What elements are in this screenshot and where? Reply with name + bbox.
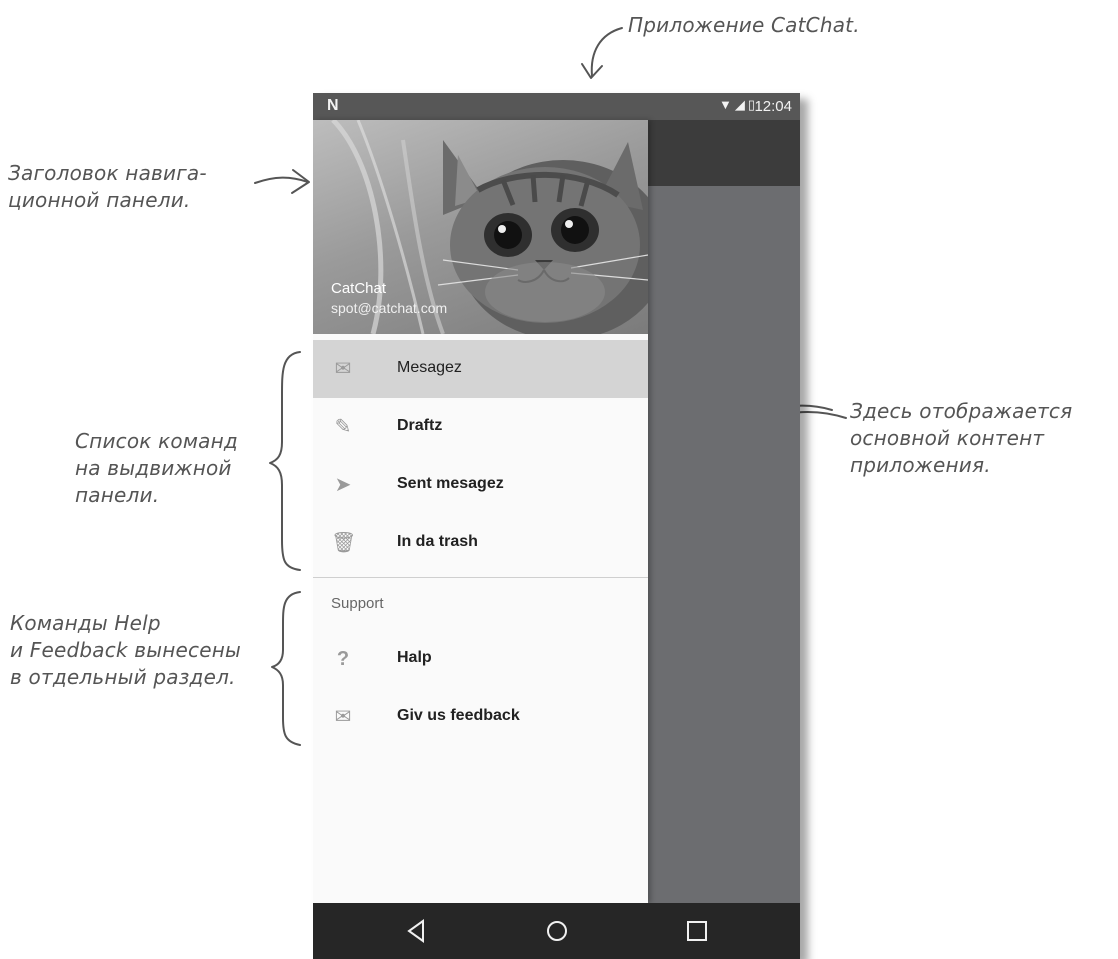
trash-icon: 🗑 (331, 532, 357, 554)
support-section-title: Support (331, 595, 384, 612)
arrow-app (590, 27, 623, 77)
menu-item-label: Draftz (397, 417, 443, 434)
annotation-support: Команды Help и Feedback вынесены в отдел… (10, 610, 241, 691)
phone-screen: N ▼◢▯ 12:04 CatChat spot@catchat.com ✉ M… (313, 93, 800, 959)
menu-item-label: Sent mesagez (397, 475, 504, 492)
support-section-header: Support (313, 578, 648, 630)
pencil-icon: ✎ (334, 416, 352, 438)
annotation-content-line3: приложения. (850, 453, 991, 477)
menu-item-sent[interactable]: ➤ Sent mesagez (313, 456, 648, 514)
annotation-content: Здесь отображается основной контент прил… (850, 398, 1072, 479)
system-nav-bar (313, 903, 800, 959)
menu-item-feedback[interactable]: ✉ Giv us feedback (313, 688, 648, 746)
menu-item-label: Mesagez (397, 359, 462, 376)
annotation-support-line3: в отдельный раздел. (10, 665, 236, 689)
annotation-support-line2: и Feedback вынесены (10, 638, 241, 662)
send-icon: ➤ (334, 474, 352, 496)
navigation-drawer[interactable]: CatChat spot@catchat.com ✉ Mesagez ✎ Dra… (313, 120, 648, 903)
annotation-list-line1: Список команд (75, 429, 238, 453)
brace-list (269, 351, 301, 571)
annotation-support-line1: Команды Help (10, 611, 161, 635)
annotation-header-line1: Заголовок навига- (8, 161, 207, 185)
help-icon: ? (336, 648, 350, 670)
home-icon[interactable] (543, 917, 571, 945)
annotation-header: Заголовок навига- ционной панели. (8, 160, 207, 214)
annotation-list-line2: на выдвижной (75, 456, 232, 480)
notification-icon: N (327, 97, 339, 114)
header-email: spot@catchat.com (331, 300, 448, 316)
brace-support (271, 591, 301, 746)
status-icons: ▼◢▯ (718, 97, 758, 112)
menu-item-label: In da trash (397, 533, 478, 550)
menu-item-trash[interactable]: 🗑 In da trash (313, 514, 648, 572)
annotation-content-line2: основной контент (850, 426, 1045, 450)
menu-item-label: Halp (397, 649, 432, 666)
status-bar: N ▼◢▯ 12:04 (313, 93, 800, 120)
annotation-list: Список команд на выдвижной панели. (75, 428, 238, 509)
annotation-app-text: Приложение CatChat. (628, 13, 860, 37)
arrow-app-head (581, 63, 603, 79)
arrow-header (254, 176, 309, 184)
annotation-content-line1: Здесь отображается (850, 399, 1073, 423)
main-content-area (648, 186, 800, 903)
annotation-app: Приложение CatChat. (628, 12, 860, 39)
menu-item-drafts[interactable]: ✎ Draftz (313, 398, 648, 456)
status-time: 12:04 (754, 98, 792, 115)
envelope-icon: ✉ (334, 706, 352, 728)
envelope-icon: ✉ (334, 358, 352, 380)
arrow-header-head (291, 169, 310, 194)
menu-item-help[interactable]: ? Halp (313, 630, 648, 688)
menu-item-messages[interactable]: ✉ Mesagez (313, 340, 648, 398)
back-icon[interactable] (403, 917, 431, 945)
header-title: CatChat (331, 280, 387, 297)
drawer-header: CatChat spot@catchat.com (313, 120, 648, 334)
recents-icon[interactable] (683, 917, 711, 945)
menu-item-label: Giv us feedback (397, 707, 520, 724)
annotation-list-line3: панели. (75, 483, 160, 507)
app-toolbar (648, 120, 800, 186)
annotation-header-line2: ционной панели. (8, 188, 191, 212)
drawer-menu: ✉ Mesagez ✎ Draftz ➤ Sent mesagez 🗑 In d… (313, 340, 648, 746)
